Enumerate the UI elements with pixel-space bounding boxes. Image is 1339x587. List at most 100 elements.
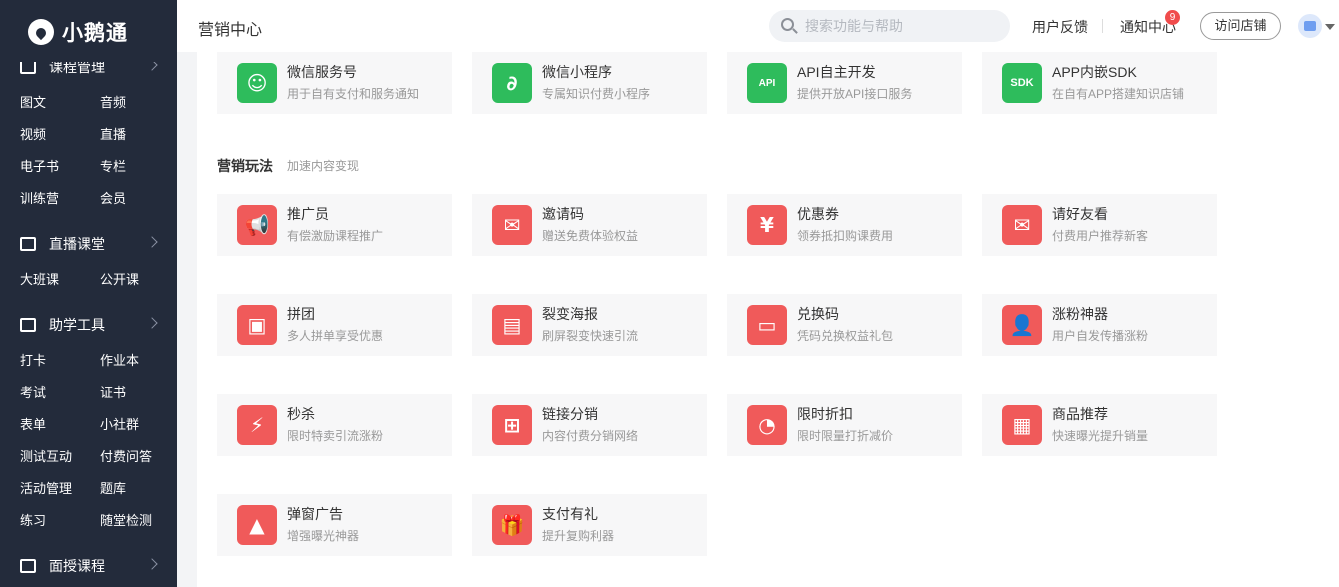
search-input[interactable] — [805, 10, 1000, 42]
marketing-card-pay-gift[interactable]: 🎁 支付有礼 提升复购利器 — [472, 494, 707, 556]
marketing-card-discount[interactable]: ◔ 限时折扣 限时限量打折减价 — [727, 394, 962, 456]
sidebar-item-video[interactable]: 视频 — [20, 125, 90, 145]
invite-envelope-icon: ✉ — [492, 205, 532, 245]
section-subtitle: 加速内容变现 — [287, 159, 360, 173]
sidebar-category-label: 面授课程 — [49, 558, 105, 574]
sidebar-category-live[interactable]: 直播课堂 — [20, 233, 160, 255]
sidebar-item-big-class[interactable]: 大班课 — [20, 270, 90, 290]
card-desc: 付费用户推荐新客 — [1052, 229, 1149, 243]
marketing-card-redeem-code[interactable]: ▭ 兑换码 凭码兑换权益礼包 — [727, 294, 962, 356]
sidebar-item-member[interactable]: 会员 — [100, 189, 170, 209]
logo[interactable]: 小鹅通 — [28, 17, 128, 47]
sidebar-item-class-test[interactable]: 随堂检测 — [100, 511, 170, 531]
section-title: 营销玩法 — [217, 158, 273, 174]
gift-box-icon: 🎁 — [492, 505, 532, 545]
redeem-code-icon: ▭ — [747, 305, 787, 345]
card-desc: 刷屏裂变快速引流 — [542, 329, 639, 343]
channel-card-sdk[interactable]: SDK APP内嵌SDK 在自有APP搭建知识店铺 — [982, 52, 1217, 114]
sidebar-item-checkin[interactable]: 打卡 — [20, 351, 90, 371]
card-title: 微信小程序 — [542, 64, 612, 80]
sidebar-item-exam[interactable]: 考试 — [20, 383, 90, 403]
gift-envelope-icon: ✉ — [1002, 205, 1042, 245]
sidebar-item-live[interactable]: 直播 — [100, 125, 170, 145]
sidebar-item-ebook[interactable]: 电子书 — [20, 157, 90, 177]
sidebar-item-quiz[interactable]: 测试互动 — [20, 447, 90, 467]
search-icon — [781, 18, 794, 31]
sidebar-item-practice[interactable]: 练习 — [20, 511, 90, 531]
marketing-card-distribution[interactable]: ⊞ 链接分销 内容付费分销网络 — [472, 394, 707, 456]
marketing-card-fans[interactable]: 👤 涨粉神器 用户自发传播涨粉 — [982, 294, 1217, 356]
sidebar-category-offline[interactable]: 面授课程 — [20, 555, 160, 577]
coupon-icon: ¥ — [747, 205, 787, 245]
card-title: 涨粉神器 — [1052, 306, 1108, 322]
card-desc: 提升复购利器 — [542, 529, 615, 543]
card-desc: 提供开放API接口服务 — [797, 87, 913, 101]
marketing-card-coupon[interactable]: ¥ 优惠券 领券抵扣购课费用 — [727, 194, 962, 256]
card-desc: 在自有APP搭建知识店铺 — [1052, 87, 1185, 101]
sidebar-item-question-bank[interactable]: 题库 — [100, 479, 170, 499]
notification-badge: 9 — [1165, 10, 1180, 25]
sidebar-item-certificate[interactable]: 证书 — [100, 383, 170, 403]
chevron-right-icon — [146, 558, 158, 570]
card-title: 支付有礼 — [542, 506, 598, 522]
avatar[interactable] — [1298, 14, 1322, 38]
marketing-card-group-buy[interactable]: ▣ 拼团 多人拼单享受优惠 — [217, 294, 452, 356]
card-desc: 用户自发传播涨粉 — [1052, 329, 1149, 343]
marketing-card-invite-friend[interactable]: ✉ 请好友看 付费用户推荐新客 — [982, 194, 1217, 256]
sidebar-item-camp[interactable]: 训练营 — [20, 189, 90, 209]
card-title: API自主开发 — [797, 64, 876, 80]
channel-card-mini-program[interactable]: ∂ 微信小程序 专属知识付费小程序 — [472, 52, 707, 114]
card-title: 链接分销 — [542, 406, 598, 422]
marketing-card-popup-ad[interactable]: ▲ 弹窗广告 增强曝光神器 — [217, 494, 452, 556]
mini-program-icon: ∂ — [492, 63, 532, 103]
visit-store-button[interactable]: 访问店铺 — [1200, 12, 1281, 40]
search-box[interactable] — [769, 10, 1010, 42]
sidebar-item-activity[interactable]: 活动管理 — [20, 479, 90, 499]
main-content: ☺ 微信服务号 用于自有支付和服务通知 ∂ 微信小程序 专属知识付费小程序 AP… — [197, 52, 1339, 587]
sidebar-item-open-class[interactable]: 公开课 — [100, 270, 170, 290]
marketing-card-promoter[interactable]: 📢 推广员 有偿激励课程推广 — [217, 194, 452, 256]
wechat-service-icon: ☺ — [237, 63, 277, 103]
sidebar-item-paid-qa[interactable]: 付费问答 — [100, 447, 170, 467]
popup-ad-icon: ▲ — [237, 505, 277, 545]
sidebar-category-course[interactable]: 课程管理 — [20, 59, 160, 78]
sidebar-category-label: 直播课堂 — [49, 236, 105, 252]
sidebar-category-label: 课程管理 — [49, 59, 105, 75]
card-title: APP内嵌SDK — [1052, 64, 1137, 80]
add-follower-icon: 👤 — [1002, 305, 1042, 345]
channel-card-api[interactable]: API API自主开发 提供开放API接口服务 — [727, 52, 962, 114]
sidebar-item-form[interactable]: 表单 — [20, 415, 90, 435]
chevron-down-icon[interactable] — [1325, 24, 1335, 30]
card-title: 优惠券 — [797, 206, 839, 222]
lightning-icon: ⚡ — [237, 405, 277, 445]
sidebar-item-community[interactable]: 小社群 — [100, 415, 170, 435]
sidebar-item-homework[interactable]: 作业本 — [100, 351, 170, 371]
card-desc: 增强曝光神器 — [287, 529, 360, 543]
marketing-card-recommend[interactable]: ▦ 商品推荐 快速曝光提升销量 — [982, 394, 1217, 456]
chevron-right-icon — [146, 317, 158, 329]
header-divider — [1102, 19, 1103, 33]
card-title: 拼团 — [287, 306, 315, 322]
marketing-card-flash-sale[interactable]: ⚡ 秒杀 限时特卖引流涨粉 — [217, 394, 452, 456]
sidebar-item-text[interactable]: 图文 — [20, 93, 90, 113]
sidebar-category-label: 助学工具 — [49, 317, 105, 333]
feedback-link[interactable]: 用户反馈 — [1032, 17, 1088, 37]
channel-card-wechat-service[interactable]: ☺ 微信服务号 用于自有支付和服务通知 — [217, 52, 452, 114]
card-desc: 有偿激励课程推广 — [287, 229, 384, 243]
brand-name: 小鹅通 — [62, 22, 128, 45]
card-desc: 专属知识付费小程序 — [542, 87, 651, 101]
sidebar-category-tools[interactable]: 助学工具 — [20, 314, 160, 336]
card-title: 裂变海报 — [542, 306, 598, 322]
clock-icon: ◔ — [747, 405, 787, 445]
card-desc: 用于自有支付和服务通知 — [287, 87, 420, 101]
card-desc: 限时限量打折减价 — [797, 429, 894, 443]
sidebar-item-column[interactable]: 专栏 — [100, 157, 170, 177]
sdk-icon: SDK — [1002, 63, 1042, 103]
card-desc: 赠送免费体验权益 — [542, 229, 639, 243]
sidebar-item-audio[interactable]: 音频 — [100, 93, 170, 113]
card-title: 商品推荐 — [1052, 406, 1108, 422]
classroom-icon — [20, 559, 36, 573]
marketing-card-poster[interactable]: ▤ 裂变海报 刷屏裂变快速引流 — [472, 294, 707, 356]
chevron-right-icon — [146, 62, 158, 71]
marketing-card-invite-code[interactable]: ✉ 邀请码 赠送免费体验权益 — [472, 194, 707, 256]
